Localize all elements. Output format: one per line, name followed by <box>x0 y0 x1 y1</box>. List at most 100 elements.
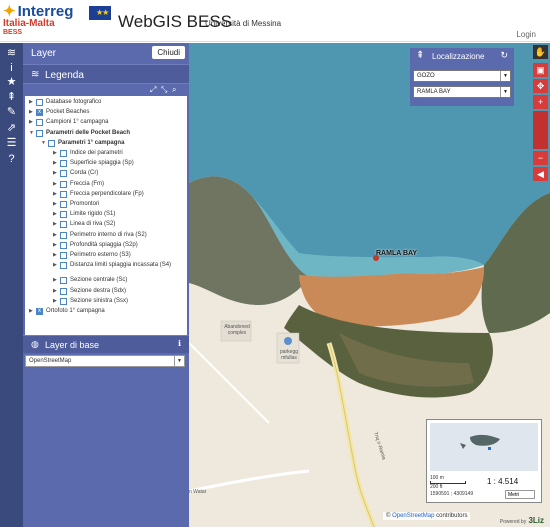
layer-checkbox[interactable] <box>36 307 43 316</box>
expand-arrow-icon[interactable]: ▶ <box>53 210 58 219</box>
login-link[interactable]: Login <box>516 30 536 39</box>
layer-checkbox[interactable] <box>60 262 67 270</box>
localization-title: Localizzazione <box>432 52 485 61</box>
layer-checkbox[interactable] <box>60 287 67 295</box>
star-icon[interactable]: ★ <box>3 74 20 90</box>
zoom-slider[interactable] <box>533 111 548 149</box>
layer-checkbox[interactable] <box>36 108 43 117</box>
layer-tree-item[interactable]: ▶ Freccia perpendicolare (Fp) <box>25 190 185 199</box>
overview-map: 100 m 200 ft 1 : 4.514 1590591 ; 4309149… <box>426 419 542 503</box>
layer-tree-item[interactable]: ▶ Linea di riva (S2) <box>25 220 185 229</box>
expand-arrow-icon[interactable]: ▶ <box>29 98 34 107</box>
layer-tree-item[interactable]: ▶ Sezione sinistra (Ssx) <box>25 297 185 306</box>
layer-tree-item[interactable]: ▶ Database fotografico <box>25 98 185 107</box>
expand-arrow-icon[interactable]: ▶ <box>53 231 58 240</box>
help-icon[interactable]: ? <box>3 151 20 167</box>
layer-tree-item[interactable]: ▶ Distanza limiti spiaggia incassata (S4) <box>25 261 185 270</box>
expand-arrow-icon[interactable]: ▶ <box>53 190 58 199</box>
layer-tree-item[interactable]: ▶ Sezione destra (Sdx) <box>25 287 185 296</box>
layer-checkbox[interactable] <box>60 190 67 198</box>
location-pin-icon[interactable] <box>373 255 379 261</box>
expand-arrow-icon[interactable]: ▶ <box>29 307 34 316</box>
layer-tree-item[interactable]: ▶ Campioni 1° campagna <box>25 118 185 127</box>
layer-checkbox[interactable] <box>60 231 67 239</box>
info-icon[interactable]: ℹ <box>178 339 181 348</box>
base-layer-select[interactable]: OpenStreetMap ▼ <box>25 355 185 367</box>
expand-arrow-icon[interactable]: ▶ <box>53 241 58 250</box>
layer-checkbox[interactable] <box>36 129 43 137</box>
layer-tree-item[interactable]: ▶ Sezione centrale (Sc) <box>25 276 185 285</box>
layer-tree-item[interactable]: ▼ Parametri delle Pocket Beach <box>25 129 185 138</box>
island-select[interactable]: GOZO ▼ <box>413 70 511 82</box>
layer-tree-item[interactable]: ▶ Superficie spiaggia (Sp) <box>25 159 185 168</box>
collapse-icon[interactable]: ⤡ <box>161 85 167 95</box>
list-icon[interactable]: ☰ <box>3 135 20 151</box>
layer-checkbox[interactable] <box>60 201 67 208</box>
layer-tree-item[interactable]: ▶ Freccia (Fm) <box>25 180 185 189</box>
previous-view-icon[interactable]: ◀ <box>533 167 548 181</box>
osm-link[interactable]: OpenStreetMap <box>392 513 434 519</box>
layer-tree-item[interactable]: ▶ Perimetro esterno (S3) <box>25 251 185 260</box>
expand-arrow-icon[interactable]: ▶ <box>53 276 58 285</box>
layer-tree-item[interactable]: ▶ Profondità spiaggia (S2p) <box>25 241 185 250</box>
locate-icon[interactable]: ⇞ <box>3 89 20 105</box>
zoom-icon[interactable]: ⌕ <box>172 85 176 95</box>
layer-checkbox[interactable] <box>60 241 67 249</box>
expand-arrow-icon[interactable]: ▶ <box>53 261 58 270</box>
layer-checkbox[interactable] <box>60 180 67 188</box>
expand-arrow-icon[interactable]: ▶ <box>29 108 34 117</box>
legend-header[interactable]: ≋ Legenda <box>23 64 189 84</box>
layer-tree-item[interactable]: ▶ Perimetro interno di riva (S2) <box>25 231 185 240</box>
pan-icon[interactable]: ✋ <box>533 45 548 59</box>
layer-checkbox[interactable] <box>60 150 67 157</box>
expand-arrow-icon[interactable]: ▶ <box>53 149 58 158</box>
zoom-scale: 1 : 4.514 <box>487 477 519 486</box>
layer-tree-item[interactable]: ▶ Promontori <box>25 200 185 209</box>
beach-select[interactable]: RAMLA BAY ▼ <box>413 86 511 98</box>
layer-checkbox[interactable] <box>60 297 67 305</box>
edit-icon[interactable]: ✎ <box>3 104 20 120</box>
refresh-icon[interactable]: ↻ <box>500 50 508 61</box>
expand-arrow-icon[interactable]: ▶ <box>53 297 58 306</box>
layer-tree-item[interactable]: ▶ Pocket Beaches <box>25 108 185 117</box>
layer-tree-item[interactable]: ▼ Parametri 1° campagna <box>25 139 185 148</box>
expand-arrow-icon[interactable]: ▶ <box>53 251 58 260</box>
zoom-extent-icon[interactable]: ✥ <box>533 79 548 93</box>
layer-label: Campioni 1° campagna <box>46 119 109 126</box>
layer-checkbox[interactable] <box>36 99 43 106</box>
expand-arrow-icon[interactable]: ▶ <box>53 220 58 229</box>
collapse-arrow-icon[interactable]: ▼ <box>41 139 46 148</box>
collapse-arrow-icon[interactable]: ▼ <box>29 129 34 138</box>
base-layer-header[interactable]: ◍ Layer di base ℹ <box>23 335 189 353</box>
zoom-out-button[interactable]: − <box>533 151 548 165</box>
share-icon[interactable]: ⇗ <box>3 120 20 136</box>
layer-tree-item[interactable]: ▶ Limite rigido (S1) <box>25 210 185 219</box>
zoom-box-icon[interactable]: ▣ <box>533 63 548 77</box>
expand-arrow-icon[interactable]: ▶ <box>53 287 58 296</box>
layer-checkbox[interactable] <box>60 277 67 285</box>
layer-checkbox[interactable] <box>60 170 67 178</box>
layer-checkbox[interactable] <box>48 139 55 147</box>
layer-checkbox[interactable] <box>60 160 67 168</box>
units-select[interactable]: Metri <box>505 490 535 499</box>
close-button[interactable]: Chiudi <box>152 46 185 59</box>
layers-icon[interactable]: ≋ <box>3 45 20 61</box>
layer-tree-item[interactable]: ▶ Ortofoto 1° campagna <box>25 307 185 316</box>
layer-checkbox[interactable] <box>36 119 43 127</box>
expand-arrow-icon[interactable]: ▶ <box>53 159 58 168</box>
layer-checkbox[interactable] <box>60 252 67 259</box>
layer-label: Ortofoto 1° campagna <box>46 308 105 314</box>
expand-arrow-icon[interactable]: ▶ <box>53 200 58 209</box>
expand-arrow-icon[interactable]: ▶ <box>53 180 58 189</box>
map-view[interactable]: RAMLA BAY Abandoned complex parkegg mful… <box>189 43 550 527</box>
expand-arrow-icon[interactable]: ▶ <box>53 169 58 178</box>
layer-checkbox[interactable] <box>60 211 67 219</box>
expand-arrow-icon[interactable]: ▶ <box>29 118 34 127</box>
layer-tree-item[interactable]: ▶ Indice dei parametri <box>25 149 185 158</box>
expand-icon[interactable]: ⤢ <box>150 85 156 95</box>
layer-checkbox[interactable] <box>60 221 67 229</box>
layer-tree-item[interactable]: ▶ Corda (Cr) <box>25 169 185 178</box>
overview-map-canvas[interactable] <box>430 423 538 471</box>
zoom-in-button[interactable]: + <box>533 95 548 109</box>
signpost-icon: ⇞ <box>416 50 425 61</box>
